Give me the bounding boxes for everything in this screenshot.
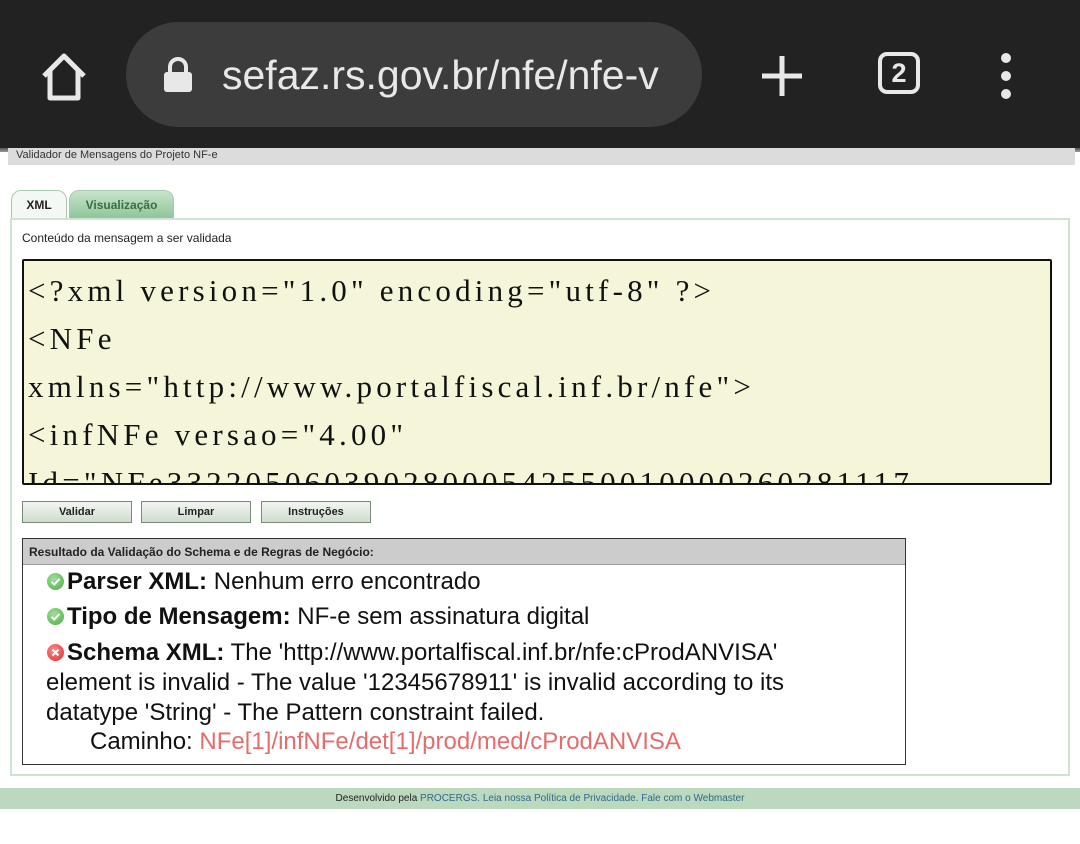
path-label: Caminho:	[90, 728, 193, 755]
procergs-link[interactable]: PROCERGS.	[420, 793, 480, 804]
xml-line: <infNFe versao="4.00"	[28, 417, 408, 452]
check-icon	[47, 608, 64, 625]
check-icon	[47, 573, 64, 590]
xml-input[interactable]: <?xml version="1.0" encoding="utf-8" ?> <…	[22, 259, 1052, 485]
tab-switcher-icon[interactable]: 2	[878, 52, 920, 94]
xml-line: Id="NFe332205060390280005425500100002602…	[28, 465, 914, 485]
page-title: Validador de Mensagens do Projeto NF-e	[16, 149, 218, 161]
schema-label: Schema XML:	[67, 639, 225, 666]
address-bar[interactable]: sefaz.rs.gov.br/nfe/nfe-v	[126, 22, 702, 127]
tab-xml[interactable]: XML	[11, 190, 67, 219]
overflow-menu-icon[interactable]	[996, 50, 1016, 102]
error-icon	[47, 644, 64, 661]
plus-icon[interactable]	[756, 50, 808, 102]
parser-value: Nenhum erro encontrado	[213, 568, 481, 595]
path-value: NFe[1]/infNFe/det[1]/prod/med/cProdANVIS…	[199, 728, 681, 755]
schema-message-cont: element is invalid - The value '12345678…	[46, 669, 785, 696]
home-icon[interactable]	[36, 48, 92, 104]
validar-button[interactable]: Validar	[22, 501, 132, 523]
tipo-value: NF-e sem assinatura digital	[297, 603, 590, 630]
instrucoes-button[interactable]: Instruções	[261, 501, 371, 523]
lock-icon	[162, 56, 194, 94]
page-header: Validador de Mensagens do Projeto NF-e	[8, 148, 1075, 165]
footer: Desenvolvido pela PROCERGS. Leia nossa P…	[0, 788, 1080, 809]
schema-message: The 'http://www.portalfiscal.inf.br/nfe:…	[230, 639, 778, 666]
xml-line: <NFe	[28, 321, 116, 356]
parser-result: Parser XML: Nenhum erro encontrado	[47, 567, 481, 597]
schema-message-cont: datatype 'String' - The Pattern constrai…	[46, 699, 545, 726]
tab-visualizacao[interactable]: Visualização	[69, 190, 174, 219]
webmaster-link[interactable]: Fale com o Webmaster	[641, 793, 744, 804]
schema-result: Schema XML: The 'http://www.portalfiscal…	[47, 638, 777, 668]
content-label: Conteúdo da mensagem a ser validada	[22, 231, 232, 245]
validation-result: Resultado da Validação do Schema e de Re…	[22, 538, 906, 765]
footer-prefix: Desenvolvido pela	[335, 793, 418, 804]
tipo-label: Tipo de Mensagem:	[67, 603, 291, 630]
parser-label: Parser XML:	[67, 568, 208, 595]
xml-line: <?xml version="1.0" encoding="utf-8" ?>	[28, 273, 716, 308]
url-text[interactable]: sefaz.rs.gov.br/nfe/nfe-v	[222, 50, 682, 100]
result-header: Resultado da Validação do Schema e de Re…	[23, 539, 905, 565]
tipo-result: Tipo de Mensagem: NF-e sem assinatura di…	[47, 602, 589, 632]
path-line: Caminho: NFe[1]/infNFe/det[1]/prod/med/c…	[90, 727, 681, 757]
limpar-button[interactable]: Limpar	[141, 501, 251, 523]
privacy-link[interactable]: Leia nossa Política de Privacidade.	[483, 793, 639, 804]
browser-toolbar: sefaz.rs.gov.br/nfe/nfe-v 2	[0, 0, 1080, 148]
xml-line: xmlns="http://www.portalfiscal.inf.br/nf…	[28, 369, 756, 404]
xml-content[interactable]: <?xml version="1.0" encoding="utf-8" ?> <…	[28, 267, 1048, 485]
